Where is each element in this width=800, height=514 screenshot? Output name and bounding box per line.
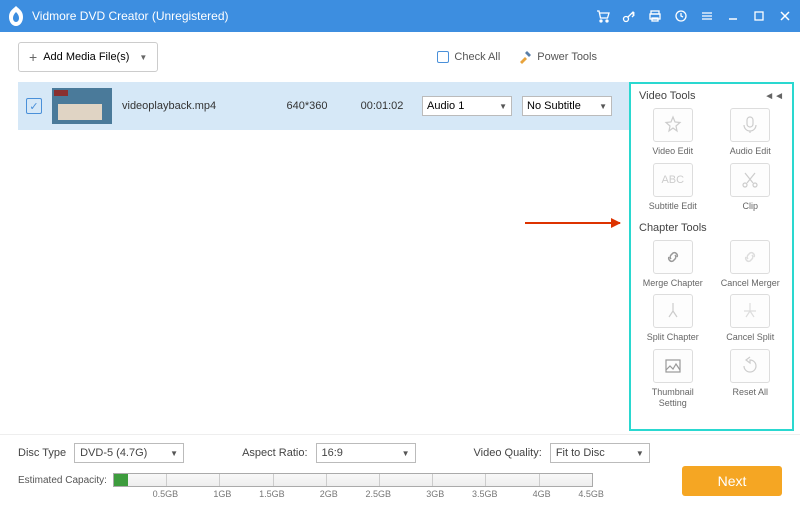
subtitle-value: No Subtitle bbox=[527, 100, 599, 112]
subtitle-edit-tool[interactable]: ABC Subtitle Edit bbox=[639, 163, 707, 212]
star-icon bbox=[653, 108, 693, 142]
chevron-down-icon: ▼ bbox=[139, 53, 147, 62]
filename: videoplayback.mp4 bbox=[122, 100, 262, 112]
aspect-dropdown[interactable]: 16:9▼ bbox=[316, 443, 416, 463]
chevron-down-icon: ▼ bbox=[636, 449, 644, 458]
disc-type-label: Disc Type bbox=[18, 447, 66, 459]
add-media-label: Add Media File(s) bbox=[43, 51, 129, 63]
audio-value: Audio 1 bbox=[427, 100, 499, 112]
cancel-merger-tool[interactable]: Cancel Merger bbox=[717, 240, 785, 289]
dimensions: 640*360 bbox=[272, 100, 342, 112]
chevron-down-icon: ▼ bbox=[599, 102, 607, 111]
merge-chapter-tool[interactable]: Merge Chapter bbox=[639, 240, 707, 289]
menu-icon[interactable] bbox=[700, 9, 714, 23]
titlebar: Vidmore DVD Creator (Unregistered) bbox=[0, 0, 800, 32]
scissors-icon bbox=[730, 163, 770, 197]
chevron-down-icon: ▼ bbox=[402, 449, 410, 458]
chevron-down-icon: ▼ bbox=[170, 449, 178, 458]
tools-icon bbox=[518, 50, 532, 64]
split-icon bbox=[653, 294, 693, 328]
reset-icon bbox=[730, 349, 770, 383]
audio-edit-tool[interactable]: Audio Edit bbox=[717, 108, 785, 157]
power-tools-button[interactable]: Power Tools bbox=[518, 50, 597, 64]
toolbar: + Add Media File(s) ▼ Check All Power To… bbox=[0, 32, 800, 82]
collapse-panel-icon[interactable]: ◄◄ bbox=[764, 91, 784, 102]
video-thumbnail[interactable] bbox=[52, 88, 112, 124]
content-area: ✓ videoplayback.mp4 640*360 00:01:02 Aud… bbox=[0, 82, 800, 434]
audio-dropdown[interactable]: Audio 1 ▼ bbox=[422, 96, 512, 116]
capacity-label: Estimated Capacity: bbox=[18, 475, 107, 486]
chevron-down-icon: ▼ bbox=[499, 102, 507, 111]
close-icon[interactable] bbox=[778, 9, 792, 23]
plus-icon: + bbox=[29, 49, 37, 65]
cancel-split-icon bbox=[730, 294, 770, 328]
check-all-toggle[interactable]: Check All bbox=[437, 51, 500, 63]
window-title: Vidmore DVD Creator (Unregistered) bbox=[32, 9, 596, 23]
app-logo-icon bbox=[8, 6, 24, 26]
unlink-icon bbox=[730, 240, 770, 274]
row-checkbox[interactable]: ✓ bbox=[26, 98, 42, 114]
video-tools-title: Video Tools bbox=[639, 90, 695, 102]
thumbnail-setting-tool[interactable]: Thumbnail Setting bbox=[639, 349, 707, 409]
power-tools-label: Power Tools bbox=[537, 51, 597, 63]
disc-type-dropdown[interactable]: DVD-5 (4.7G)▼ bbox=[74, 443, 184, 463]
key-icon[interactable] bbox=[622, 9, 636, 23]
reset-all-tool[interactable]: Reset All bbox=[717, 349, 785, 409]
minimize-icon[interactable] bbox=[726, 9, 740, 23]
aspect-label: Aspect Ratio: bbox=[242, 447, 307, 459]
link-icon bbox=[653, 240, 693, 274]
printer-icon[interactable] bbox=[648, 9, 662, 23]
image-icon bbox=[653, 349, 693, 383]
subtitle-dropdown[interactable]: No Subtitle ▼ bbox=[522, 96, 612, 116]
bottom-bar: Disc Type DVD-5 (4.7G)▼ Aspect Ratio: 16… bbox=[0, 434, 800, 514]
annotation-arrow bbox=[525, 222, 620, 224]
abc-icon: ABC bbox=[653, 163, 693, 197]
duration: 00:01:02 bbox=[352, 100, 412, 112]
checkbox-icon bbox=[437, 51, 449, 63]
chapter-tools-title: Chapter Tools bbox=[639, 222, 707, 234]
capacity-bar: 0.5GB 1GB 1.5GB 2GB 2.5GB 3GB 3.5GB 4GB … bbox=[113, 473, 593, 487]
add-media-button[interactable]: + Add Media File(s) ▼ bbox=[18, 42, 158, 72]
history-icon[interactable] bbox=[674, 9, 688, 23]
next-button[interactable]: Next bbox=[682, 466, 782, 496]
quality-label: Video Quality: bbox=[474, 447, 542, 459]
tools-panel: Video Tools ◄◄ Video Edit Audio Edit ABC… bbox=[629, 82, 794, 431]
video-edit-tool[interactable]: Video Edit bbox=[639, 108, 707, 157]
check-all-label: Check All bbox=[454, 51, 500, 63]
split-chapter-tool[interactable]: Split Chapter bbox=[639, 294, 707, 343]
maximize-icon[interactable] bbox=[752, 9, 766, 23]
cart-icon[interactable] bbox=[596, 9, 610, 23]
cancel-split-tool[interactable]: Cancel Split bbox=[717, 294, 785, 343]
quality-dropdown[interactable]: Fit to Disc▼ bbox=[550, 443, 650, 463]
mic-icon bbox=[730, 108, 770, 142]
clip-tool[interactable]: Clip bbox=[717, 163, 785, 212]
